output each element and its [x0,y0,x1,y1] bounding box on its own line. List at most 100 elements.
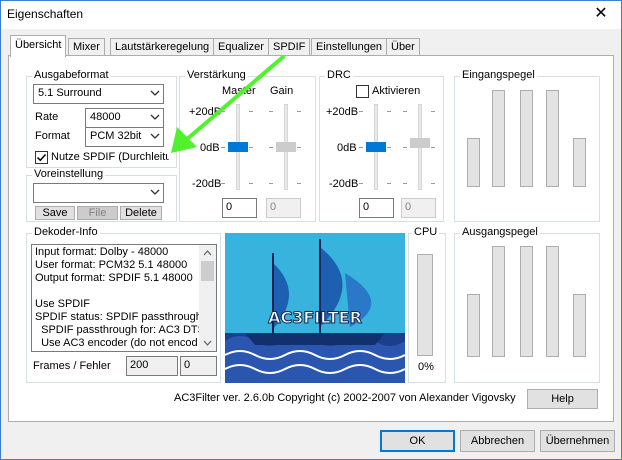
tick [297,111,301,112]
decoder-line: Use AC3 encoder (do not encod [35,337,198,349]
drc-bottom-label: -20dB [329,178,359,190]
tick [431,147,435,148]
spdif-checkbox[interactable] [35,151,48,164]
save-button[interactable]: Save [35,206,75,220]
decoder-line: Input format: Dolby - 48000 [35,246,169,258]
decoder-line: User format: PCM32 5.1 48000 [35,259,188,271]
tab-mixer[interactable]: Mixer [68,38,105,56]
gain-bottom-label: -20dB [192,178,222,190]
tab-einstellungen[interactable]: Einstellungen [311,38,388,56]
drc-enable-label[interactable]: Aktivieren [372,85,420,97]
chevron-down-icon [150,90,160,96]
spdif-checkbox-label[interactable]: Nutze SPDIF (Durchleitu [51,151,169,163]
rate-value: 48000 [90,111,121,123]
decoder-line: Use SPDIF [35,298,91,310]
tick [431,111,435,112]
input-meter [467,138,480,187]
drc-title: DRC [325,69,353,81]
tick [297,183,301,184]
help-button[interactable]: Help [527,389,598,409]
scroll-thumb[interactable] [201,261,214,281]
decoder-line: SPDIF status: SPDIF passthrough [35,311,202,323]
rate-label: Rate [35,111,59,123]
cancel-button[interactable]: Abbrechen [460,430,535,452]
input-meter [492,90,505,187]
chevron-down-icon [150,114,160,120]
tick [403,111,407,112]
frames-value-field: 200 [126,356,178,376]
tick [249,183,253,184]
tick [359,147,363,148]
tick [387,183,391,184]
apply-button[interactable]: Übernehmen [540,430,615,452]
drc-level-slider-thumb[interactable] [410,138,430,148]
drc-value-field[interactable]: 0 [359,198,394,218]
output-meter [520,246,533,357]
drc-mid-label: 0dB [337,142,357,154]
decoder-scrollbar[interactable] [199,245,216,351]
ac3filter-logo: AC3FILTER [225,233,405,383]
output-level-title: Ausgangspegel [460,226,540,238]
chevron-down-icon [150,133,160,139]
window-title: Eigenschaften [7,7,84,21]
input-meter [573,138,586,187]
rate-select[interactable]: 48000 [85,108,164,128]
delete-button[interactable]: Delete [120,206,162,220]
ok-button[interactable]: OK [380,430,455,452]
tick [431,183,435,184]
logo-text: AC3FILTER [268,308,362,327]
format-value: PCM 32bit [90,130,142,142]
tick [403,147,407,148]
cpu-meter [417,254,433,356]
decoder-info-title: Dekoder-Info [32,226,100,238]
master-value-field[interactable]: 0 [222,198,257,218]
check-icon [36,153,47,162]
properties-dialog: Eigenschaften ✕ Übersicht Mixer Lautstär… [0,0,622,460]
channels-select[interactable]: 5.1 Surround [33,84,164,104]
tab-ueber[interactable]: Über [386,38,420,56]
tab-panel-uebersicht: Ausgabeformat 5.1 Surround Rate 48000 Fo… [8,55,614,422]
preset-title: Voreinstellung [32,168,106,180]
chevron-down-icon [150,189,160,195]
output-meter [546,246,559,357]
drc-level-value-field[interactable]: 0 [401,198,436,218]
green-arrow-icon [171,55,285,153]
errors-value-field: 0 [180,356,217,376]
tick [387,147,391,148]
preset-select[interactable] [33,183,164,203]
gain-value-field[interactable]: 0 [266,198,301,218]
drc-slider-thumb[interactable] [366,142,386,152]
format-label: Format [35,130,70,142]
input-level-title: Eingangspegel [460,69,537,81]
input-meter [546,90,559,187]
drc-top-label: +20dB [326,106,359,118]
copyright-text: AC3Filter ver. 2.6.0b Copyright (c) 2002… [174,392,516,404]
title-bar: Eigenschaften ✕ [1,1,621,29]
tick [269,183,273,184]
frames-label: Frames / Fehler [33,360,111,372]
file-button[interactable]: File [77,206,118,220]
channels-value: 5.1 Surround [38,87,102,99]
scroll-down-icon[interactable] [199,337,216,349]
ship-logo-icon: AC3FILTER [225,233,405,383]
tab-uebersicht[interactable]: Übersicht [10,35,67,57]
format-select[interactable]: PCM 32bit [85,127,164,147]
decoder-line: Output format: SPDIF 5.1 48000 [35,272,193,284]
decoder-info-list[interactable]: Input format: Dolby - 48000 User format:… [31,244,217,352]
tick [359,111,363,112]
tick [297,147,301,148]
input-meter [520,90,533,187]
tick [403,183,407,184]
tick [359,183,363,184]
tick [221,183,225,184]
cpu-title: CPU [412,226,440,238]
output-format-title: Ausgabeformat [32,69,111,81]
tick [387,111,391,112]
output-meter [573,294,586,357]
output-meter [492,246,505,357]
close-icon[interactable]: ✕ [587,3,615,25]
decoder-line: SPDIF passthrough for: AC3 DTS [35,324,205,336]
cpu-value: 0% [418,361,434,373]
drc-enable-checkbox[interactable] [356,85,369,98]
scroll-up-icon[interactable] [199,247,216,259]
